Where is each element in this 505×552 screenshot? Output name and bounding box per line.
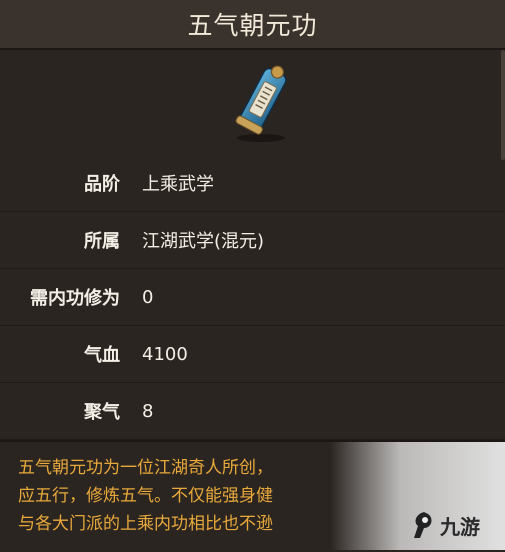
attribute-value: 上乘武学 [142, 174, 214, 195]
watermark-logo-icon [414, 512, 432, 538]
scroll-icon [235, 65, 287, 142]
attribute-value: 4100 [142, 343, 188, 365]
watermark-text: 九游 [440, 514, 480, 539]
attribute-label: 所属 [84, 231, 120, 252]
attribute-label: 需内功修为 [30, 288, 120, 309]
attribute-row-grade: 品阶 上乘武学 [0, 155, 505, 212]
watermark: 九游 [410, 505, 505, 545]
attribute-row-category: 所属 江湖武学(混元) [0, 212, 505, 269]
attribute-label: 品阶 [84, 174, 120, 195]
scrollbar[interactable] [501, 50, 505, 160]
attribute-value: 江湖武学(混元) [142, 231, 265, 252]
attribute-row-required-inner-power: 需内功修为 0 [0, 269, 505, 326]
panel-header: 五气朝元功 [0, 0, 505, 50]
attribute-value: 8 [142, 400, 154, 422]
attribute-value: 0 [142, 286, 154, 308]
item-detail-panel: 五气朝元功 品阶 上乘武学 所属 江湖武学(混元) 需内功修为 0 气血 410… [0, 0, 505, 552]
panel-title: 五气朝元功 [187, 11, 318, 40]
attribute-label: 聚气 [84, 402, 120, 423]
attribute-row-hp: 气血 4100 [0, 326, 505, 383]
attribute-row-energy: 聚气 8 [0, 383, 505, 440]
attribute-label: 气血 [84, 345, 120, 366]
